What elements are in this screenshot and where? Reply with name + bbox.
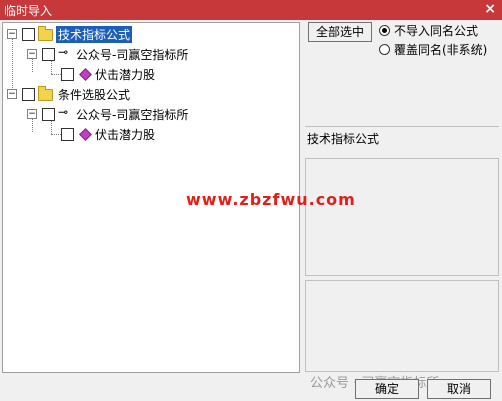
node-checkbox[interactable] (42, 48, 55, 61)
node-label[interactable]: 技术指标公式 (56, 26, 133, 43)
node-label[interactable]: 公众号-司赢空指标所 (76, 106, 188, 123)
collapse-toggle-icon[interactable]: − (7, 89, 17, 99)
node-checkbox[interactable] (61, 68, 74, 81)
tree-node-tech-formula[interactable]: − 技术指标公式 (3, 26, 163, 43)
node-label[interactable]: 伏击潜力股 (95, 66, 155, 83)
node-checkbox[interactable] (22, 88, 35, 101)
node-label[interactable]: 条件选股公式 (58, 86, 130, 103)
radio-no-import[interactable] (379, 25, 390, 36)
ok-button[interactable]: 确定 (355, 379, 419, 399)
collapse-toggle-icon[interactable]: − (27, 109, 37, 119)
formula-diamond-icon (79, 128, 92, 141)
radio-overwrite-label[interactable]: 覆盖同名(非系统) (394, 41, 487, 58)
select-all-button[interactable]: 全部选中 (308, 22, 372, 42)
node-checkbox[interactable] (61, 128, 74, 141)
watermark-url: www.zbzfwu.com (186, 190, 356, 209)
info-box-top (305, 158, 499, 276)
node-label[interactable]: 伏击潜力股 (95, 126, 155, 143)
radio-no-import-label[interactable]: 不导入同名公式 (394, 22, 478, 39)
title-bar: 临时导入 × (0, 0, 502, 20)
window-title: 临时导入 (4, 4, 53, 18)
tree-node-author[interactable]: − ⊸ 公众号-司赢空指标所 (3, 105, 203, 123)
folder-icon (38, 86, 53, 101)
tree-node-formula[interactable]: 伏击潜力股 (3, 66, 203, 82)
collapse-toggle-icon[interactable]: − (27, 49, 37, 59)
close-icon[interactable]: × (484, 1, 496, 17)
node-label[interactable]: 公众号-司赢空指标所 (76, 46, 188, 63)
radio-overwrite[interactable] (379, 44, 390, 55)
cancel-button[interactable]: 取消 (427, 379, 491, 399)
tree-line (12, 34, 13, 92)
collapse-toggle-icon[interactable]: − (7, 29, 17, 39)
node-checkbox[interactable] (22, 28, 35, 41)
formula-diamond-icon (79, 68, 92, 81)
node-checkbox[interactable] (42, 108, 55, 121)
key-icon: ⊸ (58, 45, 69, 59)
info-box-bottom (305, 280, 499, 372)
tree-node-condition-formula[interactable]: − 条件选股公式 (3, 86, 163, 102)
info-label: 技术指标公式 (307, 132, 380, 146)
key-icon: ⊸ (58, 105, 69, 119)
tree-node-author[interactable]: − ⊸ 公众号-司赢空指标所 (3, 45, 203, 63)
divider (305, 126, 499, 127)
tree-node-formula[interactable]: 伏击潜力股 (3, 126, 203, 142)
folder-icon (38, 26, 53, 41)
